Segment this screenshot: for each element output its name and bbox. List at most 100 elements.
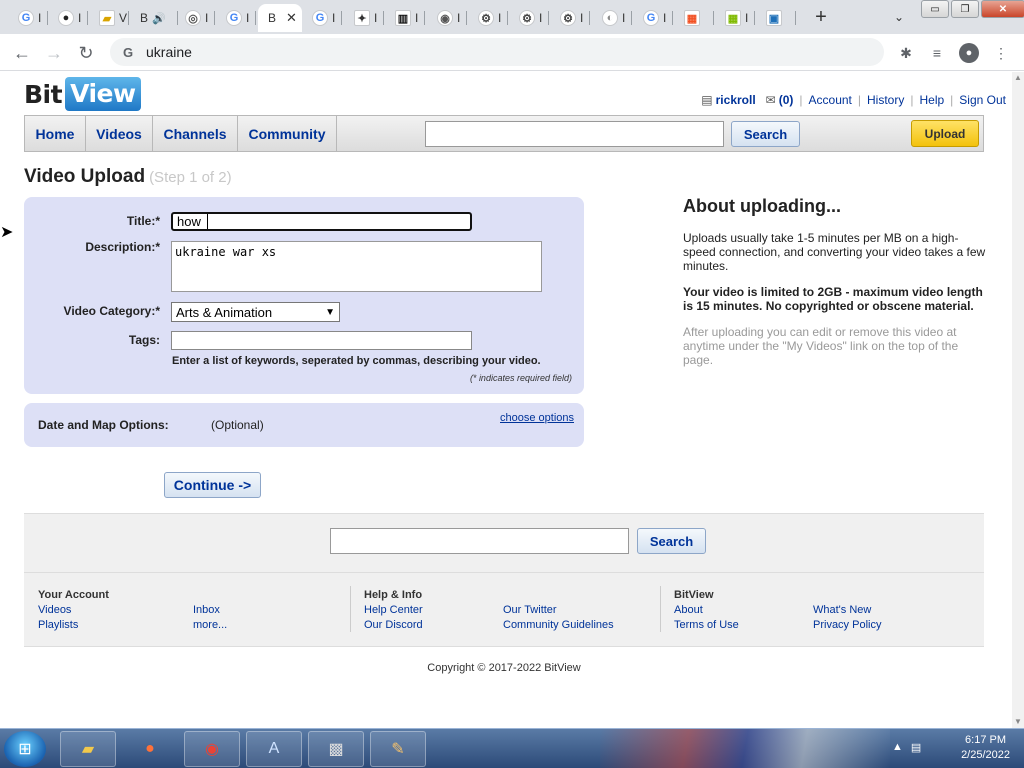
search-input[interactable] xyxy=(425,121,724,147)
nav-channels[interactable]: Channels xyxy=(153,116,238,151)
footer-link-help-center[interactable]: Help Center xyxy=(364,604,423,616)
browser-tab[interactable]: ▰ V xyxy=(89,4,129,32)
footer-col-help-title: Help & Info xyxy=(364,589,423,601)
clock[interactable]: 6:17 PM 2/25/2022 xyxy=(961,733,1010,763)
browser-tab[interactable]: ◐ I xyxy=(592,4,632,32)
browser-tab[interactable]: ◉ I xyxy=(427,4,467,32)
browser-tab[interactable]: ▦ xyxy=(674,4,714,32)
start-button[interactable]: ⊞ xyxy=(4,731,46,767)
main-nav: Home Videos Channels Community Search Up… xyxy=(24,115,984,152)
new-tab-button[interactable]: + xyxy=(808,5,834,29)
address-text[interactable]: ukraine xyxy=(146,44,192,60)
game-icon[interactable]: ▩ xyxy=(308,731,364,767)
inbox-count[interactable]: (0) xyxy=(779,93,800,107)
chrome-icon: ◉ xyxy=(437,10,453,26)
mail-icon[interactable]: ✉ xyxy=(766,93,776,107)
history-link[interactable]: History xyxy=(861,93,910,107)
close-window-button[interactable]: ✕ xyxy=(981,0,1024,18)
firefox-icon[interactable]: ● xyxy=(122,731,178,767)
profile-icon[interactable]: ● xyxy=(958,42,980,64)
footer-link-privacy[interactable]: Privacy Policy xyxy=(813,619,881,631)
forward-icon[interactable]: → xyxy=(42,41,66,65)
show-hidden-icon[interactable]: ▲ xyxy=(892,741,903,754)
upload-button[interactable]: Upload xyxy=(911,120,979,147)
microsoft-icon: ▦ xyxy=(725,10,741,26)
title-field[interactable]: how xyxy=(171,212,472,231)
about-title: About uploading... xyxy=(683,196,841,216)
speaker-icon: 🔊 xyxy=(152,12,166,25)
browser-tab[interactable]: ⚙ I xyxy=(468,4,508,32)
browser-tab[interactable]: ✦ I xyxy=(344,4,384,32)
footer-link-discord[interactable]: Our Discord xyxy=(364,619,423,631)
minimize-button[interactable]: ▭ xyxy=(921,0,949,18)
sign-out-link[interactable]: Sign Out xyxy=(953,93,1012,107)
description-field[interactable]: ukraine war xs xyxy=(171,241,542,292)
google-icon: G xyxy=(122,44,134,60)
scroll-down-icon[interactable]: ▼ xyxy=(1012,716,1024,728)
network-icon[interactable]: ▤ xyxy=(911,741,921,754)
scroll-up-icon[interactable]: ▲ xyxy=(1012,72,1024,84)
browser-tab[interactable]: ◎ I xyxy=(175,4,215,32)
paint-icon[interactable]: ✎ xyxy=(370,731,426,767)
system-tray: ▲ ▤ xyxy=(892,741,921,754)
choose-options-link[interactable]: choose options xyxy=(500,412,574,424)
page-content: Bit View ▤ rickroll ✉ (0) | Account | Histo… xyxy=(0,72,1012,728)
tags-field[interactable] xyxy=(171,331,472,350)
footer: Search Your Account Videos Playlists Inb… xyxy=(24,513,984,647)
menu-icon[interactable]: ⋮ xyxy=(990,42,1012,64)
category-select[interactable]: Arts & Animation ▼ xyxy=(171,302,340,322)
browser-tab[interactable]: ▣ xyxy=(756,4,796,32)
browser-tab-strip: GI ● I ▰ V B 🔊 ◎ I GI B ✕ GI ✦ I ▥ I ◉ I ⚙ I ⚙ I ⚙… xyxy=(0,0,1024,34)
footer-search-button[interactable]: Search xyxy=(637,528,706,554)
footer-link-twitter[interactable]: Our Twitter xyxy=(503,604,557,616)
username-link[interactable]: rickroll xyxy=(716,93,762,107)
chevron-down-icon[interactable]: ⌄ xyxy=(888,6,910,28)
browser-tab[interactable]: ● I xyxy=(48,4,88,32)
footer-link-more[interactable]: more... xyxy=(193,619,227,631)
wordpad-icon[interactable]: A xyxy=(246,731,302,767)
browser-tab[interactable]: ▥ I xyxy=(385,4,425,32)
chrome-icon[interactable]: ◉ xyxy=(184,731,240,767)
browser-tab[interactable]: GI xyxy=(633,4,673,32)
nav-community[interactable]: Community xyxy=(238,116,337,151)
continue-button[interactable]: Continue -> xyxy=(164,472,261,498)
browser-tab[interactable]: B 🔊 xyxy=(130,4,178,32)
browser-tab[interactable]: GI xyxy=(302,4,342,32)
restore-button[interactable]: ❐ xyxy=(951,0,979,18)
back-icon[interactable]: ← xyxy=(10,41,34,65)
browser-tab[interactable]: ▦ I xyxy=(715,4,755,32)
browser-tab[interactable]: GI xyxy=(216,4,256,32)
date-map-optional: (Optional) xyxy=(211,418,264,432)
footer-link-inbox[interactable]: Inbox xyxy=(193,604,220,616)
footer-link-about[interactable]: About xyxy=(674,604,703,616)
nav-home[interactable]: Home xyxy=(25,116,86,151)
tags-label: Tags: xyxy=(128,333,160,347)
explorer-icon[interactable]: ▰ xyxy=(60,731,116,767)
footer-link-playlists[interactable]: Playlists xyxy=(38,619,78,631)
browser-toolbar: ← → ↻ G ukraine ✱ ≡ ● ⋮ xyxy=(0,34,1024,71)
extensions-icon[interactable]: ✱ xyxy=(895,42,917,64)
reload-icon[interactable]: ↻ xyxy=(74,41,98,65)
media-icon[interactable]: ≡ xyxy=(926,42,948,64)
footer-link-videos[interactable]: Videos xyxy=(38,604,71,616)
footer-link-terms[interactable]: Terms of Use xyxy=(674,619,739,631)
account-link[interactable]: Account xyxy=(803,93,858,107)
browser-tab-active[interactable]: B ✕ xyxy=(258,4,302,32)
browser-tab[interactable]: ⚙ I xyxy=(550,4,590,32)
github-icon: ● xyxy=(58,10,74,26)
help-link[interactable]: Help xyxy=(913,93,950,107)
search-button[interactable]: Search xyxy=(731,121,800,147)
browser-tab[interactable]: GI xyxy=(8,4,48,32)
address-bar[interactable]: G ukraine xyxy=(110,38,884,66)
page-scrollbar[interactable]: ▲ ▼ xyxy=(1012,72,1024,728)
site-logo[interactable]: Bit View xyxy=(24,77,141,111)
google-icon: G xyxy=(226,10,242,26)
footer-link-whats-new[interactable]: What's New xyxy=(813,604,871,616)
globe-icon: ◐ xyxy=(602,10,618,26)
vmware-icon: ▣ xyxy=(766,10,782,26)
nav-videos[interactable]: Videos xyxy=(86,116,153,151)
footer-search-input[interactable] xyxy=(330,528,629,554)
close-tab-icon[interactable]: ✕ xyxy=(286,10,297,26)
browser-tab[interactable]: ⚙ I xyxy=(509,4,549,32)
footer-link-guidelines[interactable]: Community Guidelines xyxy=(503,619,614,631)
